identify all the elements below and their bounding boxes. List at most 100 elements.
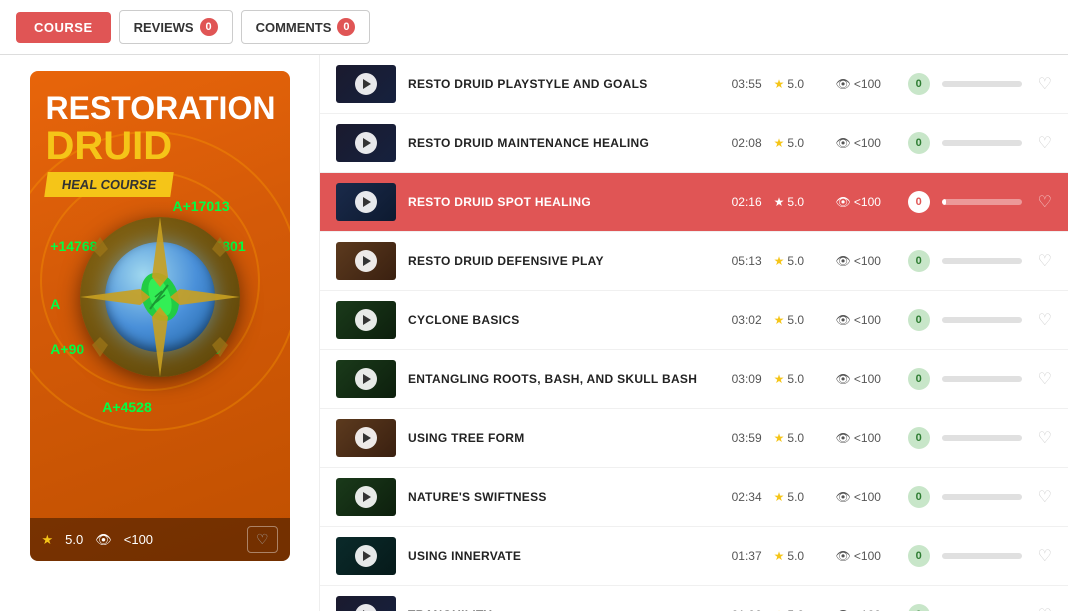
lesson-duration: 03:59 [727,431,762,445]
lesson-title: CYCLONE BASICS [408,313,715,327]
play-triangle-icon [363,551,371,561]
lesson-views: 👁 <100 [836,313,896,327]
lesson-rating: ★ 5.0 [774,549,824,563]
lesson-row[interactable]: USING TREE FORM 03:59 ★ 5.0 👁 <100 0 ♡ [320,409,1068,468]
lesson-favorite-button[interactable]: ♡ [1038,74,1052,94]
star-icon: ★ [774,372,785,386]
lesson-row[interactable]: CYCLONE BASICS 03:02 ★ 5.0 👁 <100 0 ♡ [320,291,1068,350]
play-button-small[interactable] [355,309,377,331]
rating-value: 5.0 [787,254,804,268]
rating-value: 5.0 [787,195,804,209]
play-button-small[interactable] [355,368,377,390]
lesson-row[interactable]: ENTANGLING ROOTS, BASH, AND SKULL BASH 0… [320,350,1068,409]
lesson-thumbnail [336,301,396,339]
lesson-progress-bar [942,140,1022,146]
play-triangle-icon [363,433,371,443]
star-icon: ★ [774,77,785,91]
lesson-favorite-button[interactable]: ♡ [1038,487,1052,507]
eye-icon: 👁 [836,372,851,386]
lesson-row[interactable]: RESTO DRUID PLAYSTYLE AND GOALS 03:55 ★ … [320,55,1068,114]
reviews-tab-button[interactable]: REVIEWS 0 [119,10,233,44]
lesson-favorite-button[interactable]: ♡ [1038,251,1052,271]
star-icon: ★ [774,195,785,209]
play-triangle-icon [363,492,371,502]
lesson-progress-bar [942,553,1022,559]
play-triangle-icon [363,256,371,266]
lesson-favorite-button[interactable]: ♡ [1038,310,1052,330]
lesson-title: RESTO DRUID MAINTENANCE HEALING [408,136,715,150]
lesson-rating: ★ 5.0 [774,77,824,91]
views-value: <100 [854,136,881,150]
play-triangle-icon [363,374,371,384]
comments-tab-button[interactable]: COMMENTS 0 [241,10,371,44]
views-value: <100 [854,254,881,268]
lesson-score-badge: 0 [908,486,930,508]
lesson-views: 👁 <100 [836,431,896,445]
star-icon: ★ [774,136,785,150]
lesson-thumbnail [336,478,396,516]
play-button-small[interactable] [355,132,377,154]
lesson-rating: ★ 5.0 [774,254,824,268]
eye-icon: 👁 [836,549,851,563]
lesson-favorite-button[interactable]: ♡ [1038,546,1052,566]
play-button-small[interactable] [355,604,377,611]
play-button-small[interactable] [355,427,377,449]
eye-icon: 👁 [836,313,851,327]
play-triangle-icon [363,79,371,89]
lesson-title: RESTO DRUID PLAYSTYLE AND GOALS [408,77,715,91]
float-4: A [50,296,60,312]
lesson-duration: 03:55 [727,77,762,91]
lesson-row[interactable]: TRANQUILITY 01:06 ★ 5.0 👁 <100 0 ♡ [320,586,1068,611]
play-button-small[interactable] [355,250,377,272]
play-button-small[interactable] [355,191,377,213]
lesson-favorite-button[interactable]: ♡ [1038,192,1052,212]
lesson-thumbnail [336,183,396,221]
lesson-favorite-button[interactable]: ♡ [1038,428,1052,448]
lesson-row[interactable]: RESTO DRUID SPOT HEALING 02:16 ★ 5.0 👁 <… [320,173,1068,232]
float-8: A+4528 [102,399,151,415]
lesson-rating: ★ 5.0 [774,195,824,209]
lesson-row[interactable]: RESTO DRUID MAINTENANCE HEALING 02:08 ★ … [320,114,1068,173]
play-button-small[interactable] [355,486,377,508]
orb-decoration-icon [70,207,250,387]
lesson-views: 👁 <100 [836,549,896,563]
lesson-thumbnail [336,124,396,162]
reviews-count-badge: 0 [200,18,218,36]
lesson-favorite-button[interactable]: ♡ [1038,369,1052,389]
lesson-progress-bar [942,258,1022,264]
star-icon: ★ [774,254,785,268]
star-icon: ★ [774,431,785,445]
course-tab-button[interactable]: COURSE [16,12,111,43]
lesson-row[interactable]: NATURE'S SWIFTNESS 02:34 ★ 5.0 👁 <100 0 … [320,468,1068,527]
card-views: <100 [124,532,153,547]
rating-value: 5.0 [787,372,804,386]
card-star-icon: ★ [42,532,54,548]
card-rating: 5.0 [65,532,83,547]
eye-icon: 👁 [836,431,851,445]
lesson-row[interactable]: RESTO DRUID DEFENSIVE PLAY 05:13 ★ 5.0 👁… [320,232,1068,291]
comments-count-badge: 0 [337,18,355,36]
lesson-views: 👁 <100 [836,77,896,91]
rating-value: 5.0 [787,431,804,445]
lesson-progress-fill [942,199,946,205]
eye-icon: 👁 [836,195,851,209]
left-panel: RESTORATION DRUID HEAL COURSE A+17013 +1… [0,55,320,611]
lesson-thumbnail [336,537,396,575]
play-button-small[interactable] [355,545,377,567]
comments-label: COMMENTS [256,20,332,35]
star-icon: ★ [774,490,785,504]
card-favorite-button[interactable]: ♡ [247,526,278,553]
lesson-favorite-button[interactable]: ♡ [1038,133,1052,153]
lesson-score-badge: 0 [908,250,930,272]
lesson-duration: 02:08 [727,136,762,150]
lesson-rating: ★ 5.0 [774,313,824,327]
lesson-title: NATURE'S SWIFTNESS [408,490,715,504]
rating-value: 5.0 [787,490,804,504]
lesson-favorite-button[interactable]: ♡ [1038,605,1052,611]
lesson-rating: ★ 5.0 [774,372,824,386]
play-button-small[interactable] [355,73,377,95]
lesson-row[interactable]: USING INNERVATE 01:37 ★ 5.0 👁 <100 0 ♡ [320,527,1068,586]
lesson-rating: ★ 5.0 [774,431,824,445]
lesson-title: RESTO DRUID SPOT HEALING [408,195,715,209]
views-value: <100 [854,549,881,563]
